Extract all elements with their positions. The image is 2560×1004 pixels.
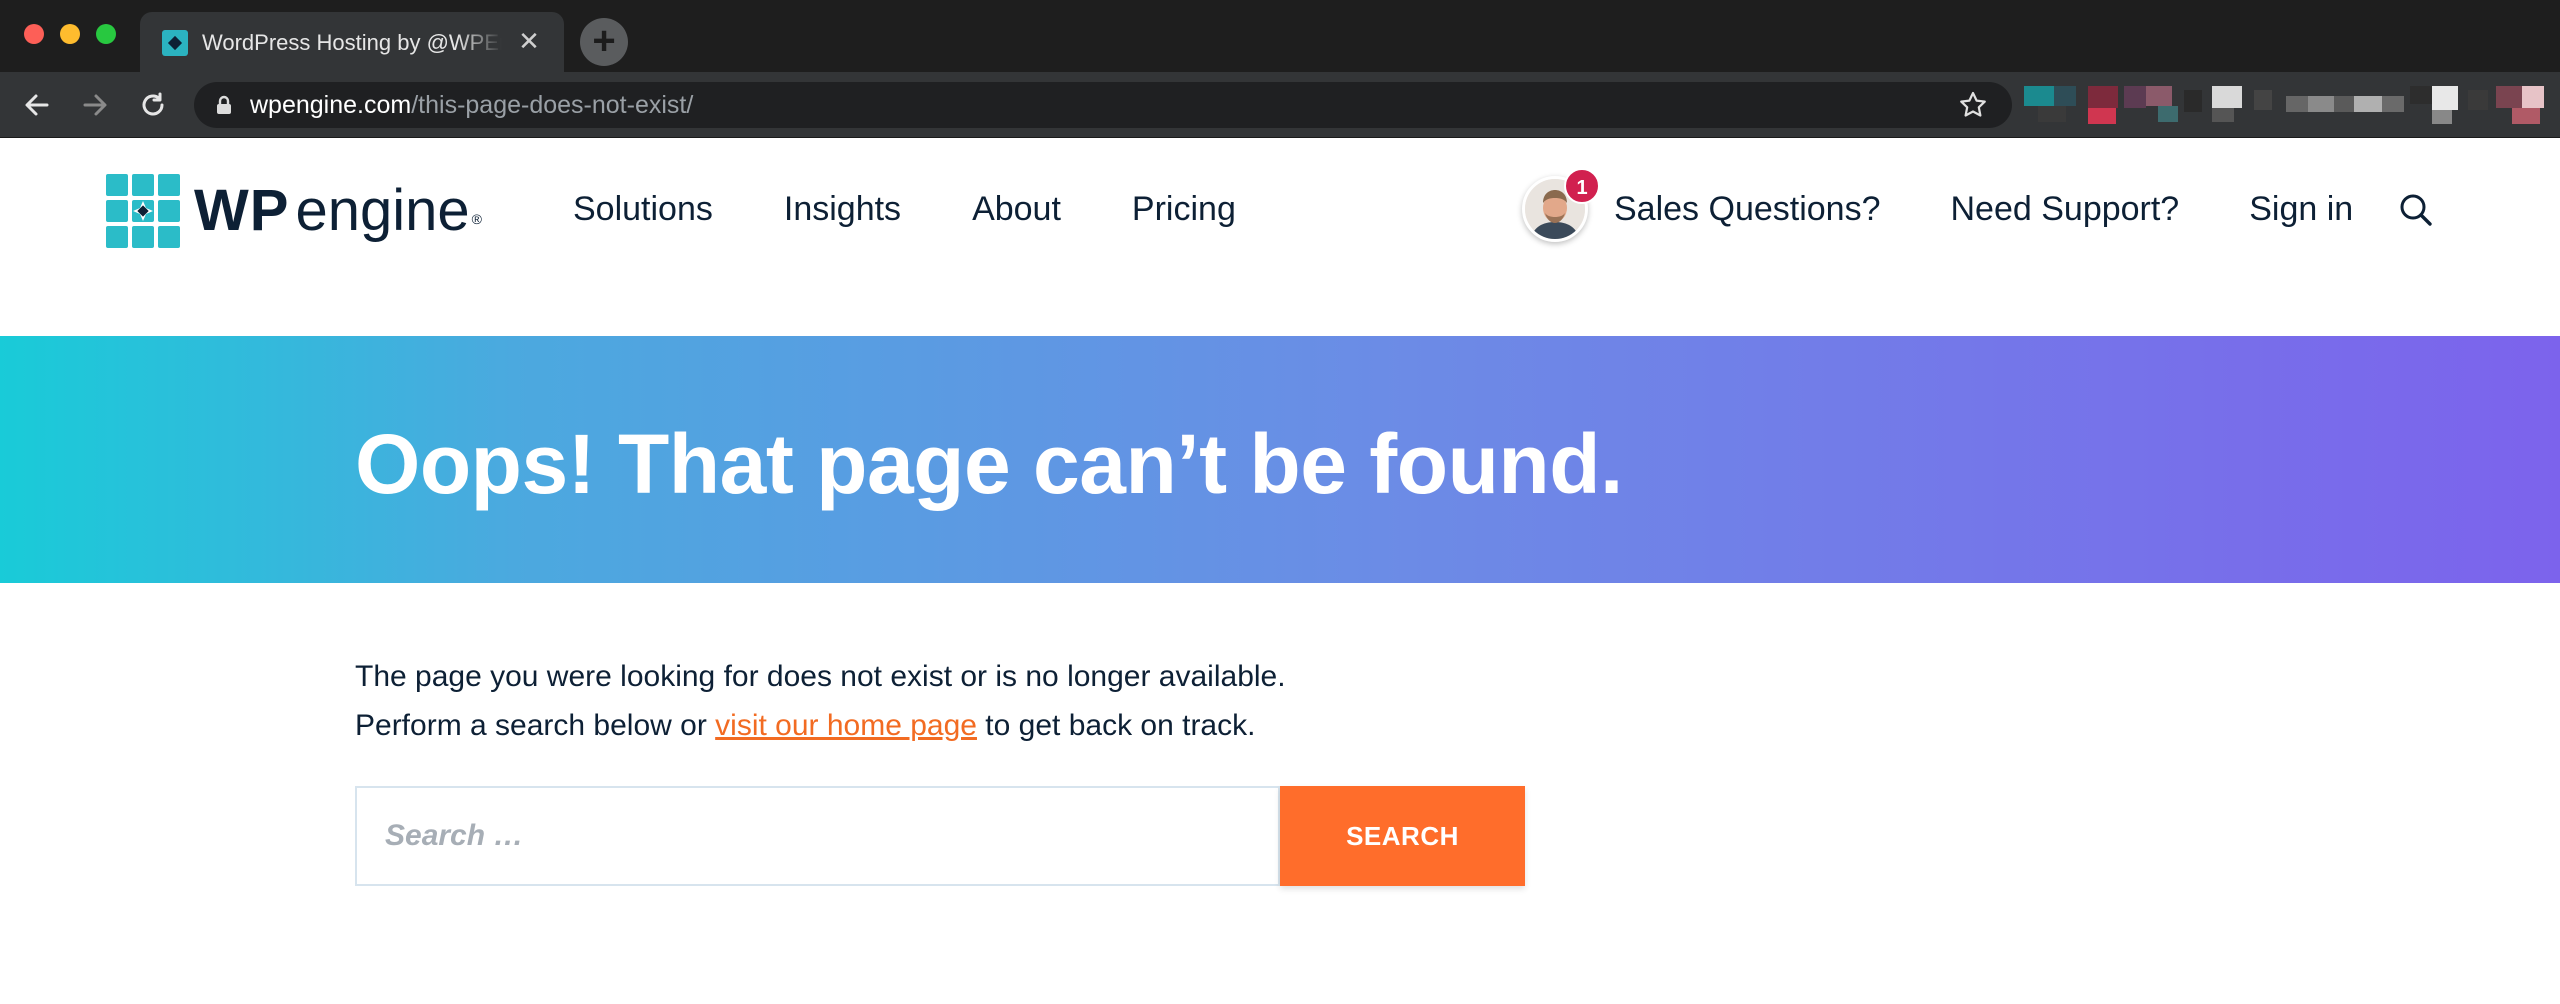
page-title: Oops! That page can’t be found. bbox=[355, 417, 1623, 511]
back-arrow-icon[interactable] bbox=[18, 86, 56, 124]
nav-item-insights[interactable]: Insights bbox=[784, 186, 901, 232]
message-line-2-before: Perform a search below or bbox=[355, 709, 716, 742]
nav-item-pricing[interactable]: Pricing bbox=[1132, 186, 1236, 232]
search-form: SEARCH bbox=[355, 786, 1525, 886]
forward-arrow-icon[interactable] bbox=[76, 86, 114, 124]
reload-icon[interactable] bbox=[134, 86, 172, 124]
home-page-link[interactable]: visit our home page bbox=[715, 709, 977, 742]
logo-wp: WP bbox=[194, 178, 290, 243]
message-line-1: The page you were looking for does not e… bbox=[355, 660, 1286, 693]
search-icon[interactable] bbox=[2396, 190, 2436, 230]
site-header: WP engine ® Solutions Insights About Prici… bbox=[0, 138, 2560, 336]
message-line-2-after: to get back on track. bbox=[976, 709, 1256, 742]
search-button[interactable]: SEARCH bbox=[1280, 786, 1525, 886]
nav-item-about[interactable]: About bbox=[972, 186, 1061, 232]
nav-item-sign-in[interactable]: Sign in bbox=[2249, 186, 2353, 232]
logo-engine: engine bbox=[295, 178, 470, 243]
wpengine-wordmark: WP engine ® bbox=[194, 180, 482, 242]
tab-title: WordPress Hosting by @WPEngine bbox=[202, 30, 502, 55]
primary-nav: Solutions Insights About Pricing bbox=[573, 186, 1307, 232]
url-path: /this-page-does-not-exist/ bbox=[411, 91, 694, 119]
bookmark-star-icon[interactable] bbox=[1958, 90, 1988, 120]
new-tab-icon[interactable]: + bbox=[580, 18, 628, 66]
address-bar[interactable]: wpengine.com/this-page-does-not-exist/ bbox=[194, 82, 2012, 128]
nav-item-solutions[interactable]: Solutions bbox=[573, 186, 713, 232]
window-close-button[interactable] bbox=[24, 24, 44, 44]
browser-tab-bar: WordPress Hosting by @WPEngine ✕ + bbox=[0, 0, 2560, 72]
close-icon[interactable]: ✕ bbox=[514, 26, 544, 56]
notification-badge: 1 bbox=[1564, 168, 1600, 204]
wpengine-favicon-icon bbox=[162, 30, 188, 56]
nav-item-sales-questions[interactable]: Sales Questions? bbox=[1614, 186, 1881, 232]
secondary-nav: Sales Questions? Need Support? Sign in bbox=[1614, 186, 2423, 232]
lock-icon bbox=[217, 95, 231, 114]
url-text: wpengine.com/this-page-does-not-exist/ bbox=[250, 82, 693, 128]
hero-banner: Oops! That page can’t be found. bbox=[0, 336, 2560, 583]
browser-tab[interactable]: WordPress Hosting by @WPEngine ✕ bbox=[140, 12, 564, 72]
not-found-message: The page you were looking for does not e… bbox=[355, 652, 1286, 750]
browser-toolbar: wpengine.com/this-page-does-not-exist/ bbox=[0, 72, 2560, 138]
logo-registered-mark: ® bbox=[471, 211, 482, 227]
window-zoom-button[interactable] bbox=[96, 24, 116, 44]
url-host: wpengine.com bbox=[250, 91, 412, 119]
message-line-2: Perform a search below or visit our home… bbox=[355, 701, 1286, 750]
extension-icons[interactable] bbox=[2016, 72, 2560, 138]
wpengine-logo[interactable]: WP engine ® bbox=[106, 174, 486, 250]
wpengine-logo-mark-icon bbox=[106, 174, 180, 248]
search-input[interactable] bbox=[355, 786, 1280, 886]
nav-item-need-support[interactable]: Need Support? bbox=[1951, 186, 2180, 232]
window-minimize-button[interactable] bbox=[60, 24, 80, 44]
